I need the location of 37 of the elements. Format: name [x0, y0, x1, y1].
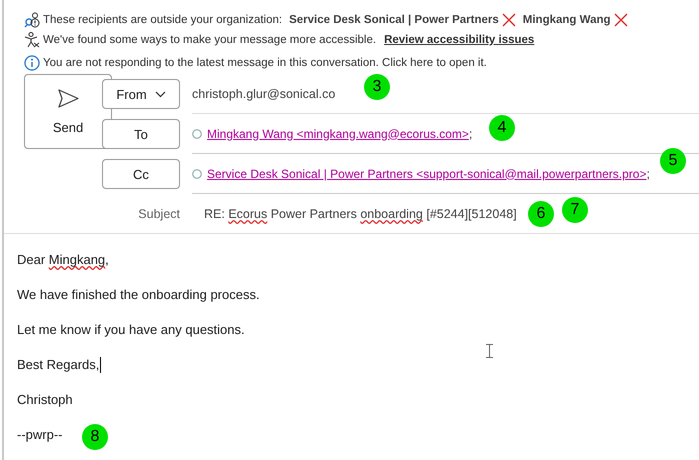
body-text: Christoph: [17, 392, 73, 407]
annotation-marker: 8: [82, 424, 108, 450]
text-cursor-icon: [486, 344, 493, 358]
remove-icon: [502, 13, 516, 27]
recipient-field-button[interactable]: To: [102, 119, 180, 149]
body-text: --pwrp--: [17, 427, 62, 442]
separator-text: ;: [646, 166, 650, 180]
info-message[interactable]: You are not responding to the latest message in this conversation. Click here to open it.: [43, 57, 487, 69]
recipient-link[interactable]: Mingkang Wang <mingkang.wang@ecorus.com>: [207, 126, 469, 140]
presence-icon: [192, 128, 202, 138]
presence-icon: [192, 168, 202, 178]
recipient-name: Mingkang Wang: [522, 14, 611, 26]
recipient-field-button[interactable]: Cc: [102, 159, 180, 189]
info-icon: [24, 55, 40, 71]
body-text: Let me know if you have any questions.: [17, 322, 245, 337]
body-text: We have finished the onboarding process.: [17, 287, 260, 302]
body-text: Dear Mingkang,: [17, 252, 109, 267]
send-icon: [58, 88, 78, 108]
send-button[interactable]: Send: [24, 74, 112, 149]
annotation-marker: 4: [489, 115, 515, 141]
banner-text: These recipients are outside your organization:: [43, 14, 282, 26]
separator-text: ;: [468, 126, 472, 140]
recipient-name: Service Desk Sonical | Power Partners: [289, 14, 499, 26]
remove-icon: [614, 13, 628, 27]
from-button[interactable]: From: [102, 79, 180, 109]
annotation-marker: 3: [364, 74, 390, 100]
people-warning-icon: [24, 12, 40, 28]
banner-text: We've found some ways to make your message more accessible.: [43, 34, 376, 46]
subject-label: Subject: [137, 207, 180, 221]
recipient-link[interactable]: Service Desk Sonical | Power Partners <support-sonical@mail.powerpartners.pro>: [207, 166, 646, 180]
accessibility-icon: [24, 32, 40, 48]
annotation-marker: 6: [528, 201, 554, 227]
subject-field[interactable]: RE: Ecorus Power Partners onboarding [#5244][512048]: [204, 207, 517, 221]
review-link[interactable]: Review accessibility issues: [384, 34, 534, 46]
body-text: Best Regards,: [17, 357, 100, 372]
annotation-marker: 7: [562, 197, 588, 223]
annotation-marker: 5: [660, 148, 686, 174]
